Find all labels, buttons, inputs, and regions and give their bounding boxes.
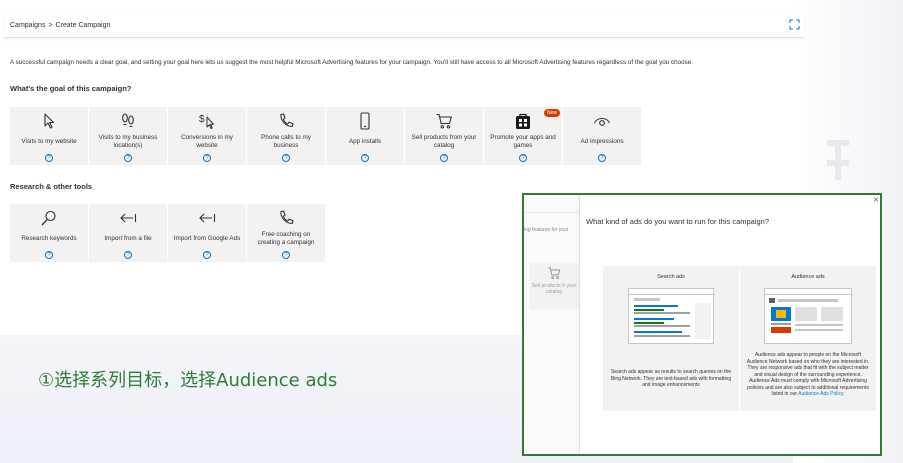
goal-tiles: Visits to my website ? Visits to my busi… xyxy=(10,107,641,165)
help-icon[interactable]: ? xyxy=(124,251,132,259)
card-description: Audience ads appear to people on the Mic… xyxy=(746,352,870,398)
popup-title: What kind of ads do you want to run for … xyxy=(586,217,770,226)
mobile-icon xyxy=(360,112,370,130)
goal-tile-conversions[interactable]: $ Conversions in my website ? xyxy=(168,107,246,165)
help-icon[interactable]: ? xyxy=(203,154,211,162)
goal-tile-label: Phone calls to my business xyxy=(261,134,311,149)
tools-section-title: Research & other tools xyxy=(10,182,93,191)
audience-ads-policy-link[interactable]: Audience Ads Policy. xyxy=(798,391,844,397)
goal-tile-label: Promote your apps and games xyxy=(490,134,556,149)
tools-tiles: Research keywords ? Import from a file ?… xyxy=(10,204,325,262)
ad-type-popup: ing features for your Sell products fr y… xyxy=(522,193,882,456)
goal-tile-label: Visits to my website xyxy=(21,138,77,145)
new-badge: New xyxy=(543,109,560,117)
popup-divider xyxy=(579,195,580,454)
card-title: Search ads xyxy=(657,274,685,280)
goal-tile-promote-apps[interactable]: New Promote your apps and games ? xyxy=(484,107,562,165)
phone-icon xyxy=(280,113,294,127)
goal-tile-label: Conversions in my website xyxy=(181,134,233,149)
popup-background-page: ing features for your Sell products fr y… xyxy=(524,195,579,454)
intro-text: A successful campaign needs a clear goal… xyxy=(10,59,694,66)
expand-icon[interactable] xyxy=(789,19,800,30)
help-icon[interactable]: ? xyxy=(282,251,290,259)
breadcrumb-separator: > xyxy=(48,22,53,29)
svg-text:$: $ xyxy=(199,114,205,125)
goal-tile-label: Ad impressions xyxy=(580,138,624,145)
audience-ads-illustration xyxy=(764,288,853,344)
goal-tile-phone-calls[interactable]: Phone calls to my business ? xyxy=(247,107,325,165)
step-caption: ①选择系列目标，选择Audience ads xyxy=(38,370,338,391)
help-icon[interactable]: ? xyxy=(361,154,369,162)
tool-tile-research-keywords[interactable]: Research keywords ? xyxy=(10,204,88,262)
goal-tile-label: App installs xyxy=(348,138,382,145)
phone-icon xyxy=(280,210,294,224)
cart-icon xyxy=(436,113,452,129)
help-icon[interactable]: ? xyxy=(45,154,53,162)
footprints-icon xyxy=(122,113,134,128)
help-icon[interactable]: ? xyxy=(440,154,448,162)
help-icon[interactable]: ? xyxy=(519,154,527,162)
tool-tile-label: Research keywords xyxy=(21,235,77,242)
help-icon[interactable]: ? xyxy=(45,251,53,259)
breadcrumb-campaigns[interactable]: Campaigns xyxy=(10,22,45,29)
ghost-breadcrumb-bar xyxy=(524,195,579,213)
dollar-cursor-icon: $ xyxy=(199,114,214,129)
goal-section-title: What's the goal of this campaign? xyxy=(10,84,132,93)
tool-tile-label: Free coaching on creating a campaign xyxy=(257,231,315,246)
import-icon xyxy=(199,213,216,223)
tool-tile-import-google[interactable]: Import from Google Ads ? xyxy=(168,204,246,262)
tool-tile-import-file[interactable]: Import from a file ? xyxy=(89,204,167,262)
help-icon[interactable]: ? xyxy=(124,154,132,162)
eye-icon xyxy=(593,117,611,126)
goal-tile-website-visits[interactable]: Visits to my website ? xyxy=(10,107,88,165)
audience-ads-card[interactable]: Audience ads Audience ads appear to peop… xyxy=(740,266,876,411)
tool-tile-free-coaching[interactable]: Free coaching on creating a campaign ? xyxy=(247,204,325,262)
breadcrumb-current: Create Campaign xyxy=(55,22,111,29)
goal-tile-label: Sell products from your catalog xyxy=(411,134,477,149)
cursor-icon xyxy=(44,113,55,129)
goal-tile-label: Visits to my business location(s) xyxy=(98,134,158,149)
help-icon[interactable]: ? xyxy=(598,154,606,162)
cart-icon xyxy=(548,267,561,279)
goal-tile-location-visits[interactable]: Visits to my business location(s) ? xyxy=(89,107,167,165)
close-icon[interactable]: ✕ xyxy=(873,196,879,204)
card-title: Audience ads xyxy=(791,274,825,280)
import-icon xyxy=(120,213,137,223)
ghost-intro-text: ing features for your xyxy=(524,227,569,233)
search-ads-card[interactable]: Search ads Search ads appear as results … xyxy=(603,266,739,411)
search-ads-illustration xyxy=(628,288,715,344)
store-icon xyxy=(516,113,530,129)
card-description: Search ads appear as results to search q… xyxy=(610,369,732,388)
goal-tile-sell-products[interactable]: Sell products from your catalog ? xyxy=(405,107,483,165)
goal-tile-ad-impressions[interactable]: Ad impressions ? xyxy=(563,107,641,165)
breadcrumb: Campaigns > Create Campaign xyxy=(4,14,804,38)
help-icon[interactable]: ? xyxy=(282,154,290,162)
tool-tile-label: Import from Google Ads xyxy=(173,235,241,242)
help-icon[interactable]: ? xyxy=(203,251,211,259)
ghost-tile-label: Sell products fr your catalog xyxy=(531,283,577,295)
search-icon xyxy=(41,210,56,226)
tool-tile-label: Import from a file xyxy=(104,235,152,242)
ghost-tile-sell-products: Sell products fr your catalog xyxy=(529,263,579,309)
goal-tile-app-installs[interactable]: App installs ? xyxy=(326,107,404,165)
